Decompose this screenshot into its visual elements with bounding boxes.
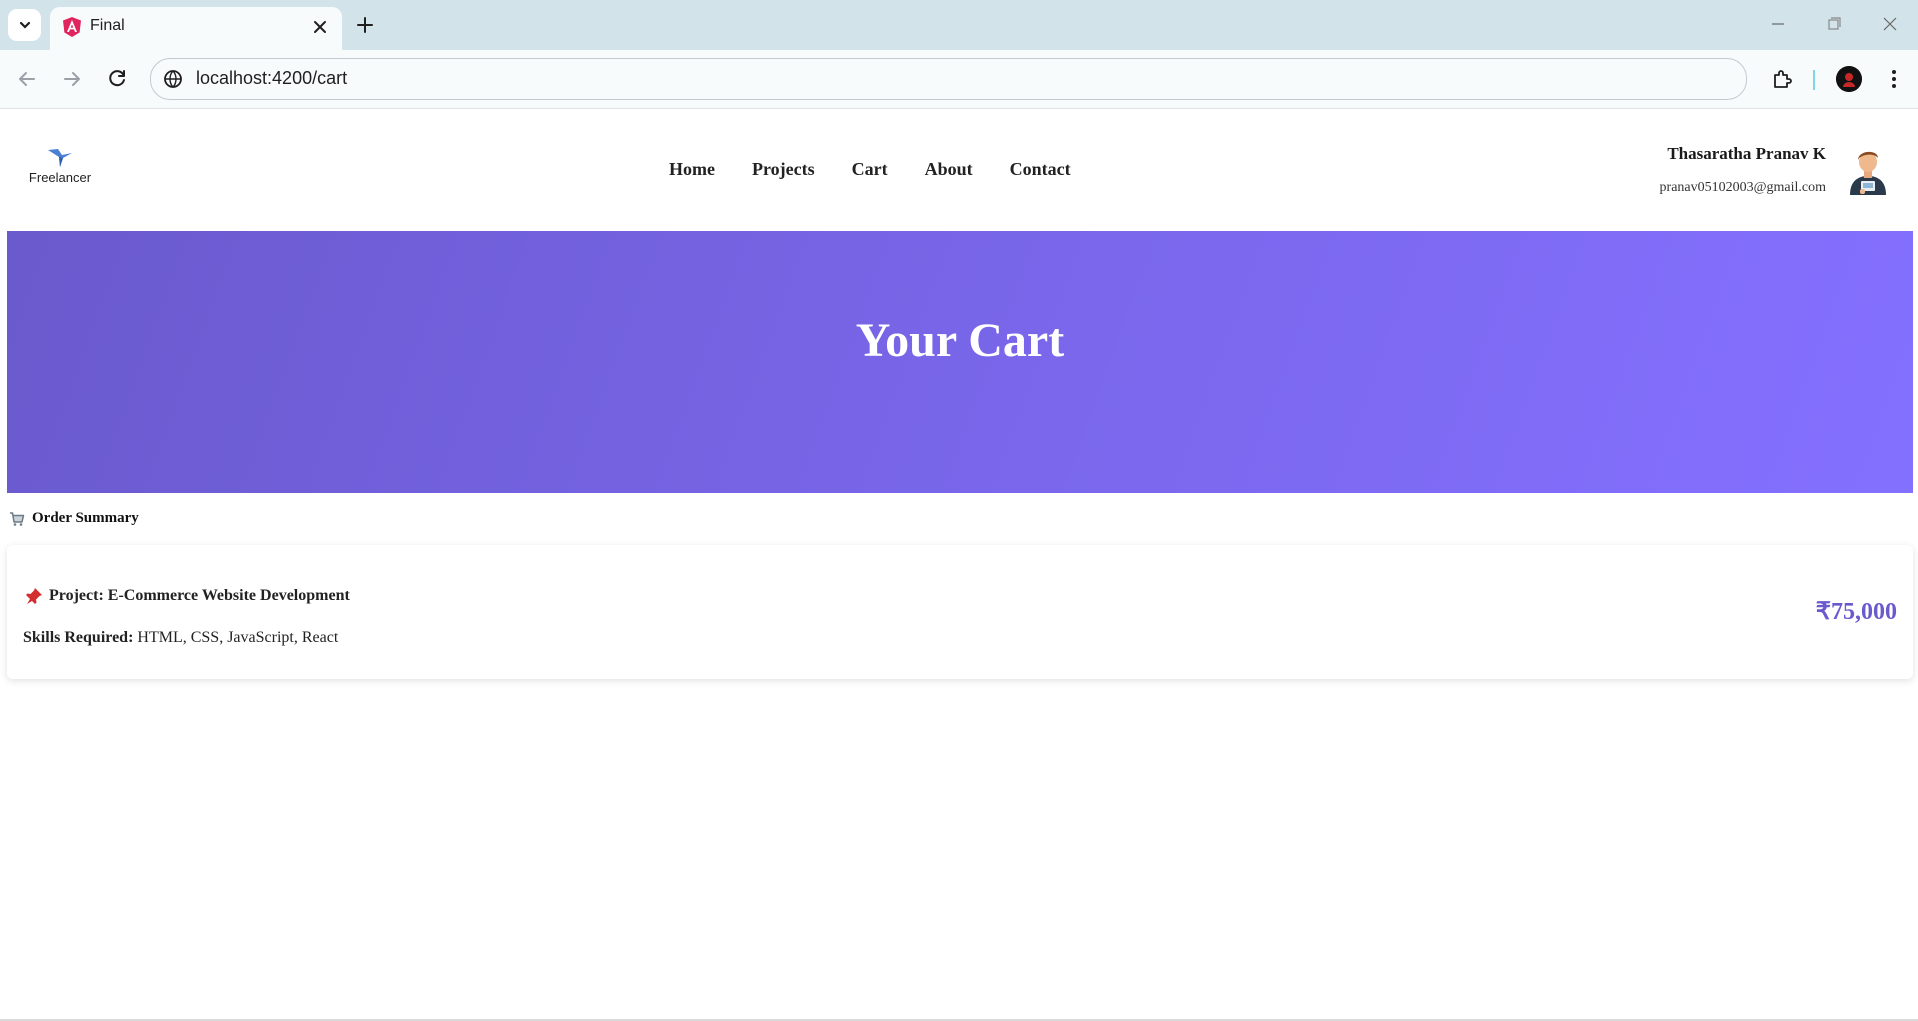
skills-row: Skills Required: HTML, CSS, JavaScript, … xyxy=(23,629,338,647)
profile-icon xyxy=(1836,66,1862,92)
site-header: Freelancer Home Projects Cart About Cont… xyxy=(0,109,1918,231)
order-summary-title: Order Summary xyxy=(32,510,139,526)
user-avatar[interactable] xyxy=(1846,145,1890,195)
order-summary-heading: Order Summary xyxy=(9,510,139,527)
user-email: pranav05102003@gmail.com xyxy=(1659,180,1826,195)
kebab-menu-icon[interactable] xyxy=(1882,67,1906,91)
hero-title: Your Cart xyxy=(855,314,1065,368)
close-icon[interactable] xyxy=(311,18,329,36)
bird-logo-icon xyxy=(48,149,72,167)
new-tab-icon[interactable] xyxy=(354,14,376,36)
site-info-icon[interactable] xyxy=(162,68,184,90)
tab-title: Final xyxy=(90,17,125,34)
main-nav: Home Projects Cart About Contact xyxy=(669,159,1108,180)
nav-link-projects[interactable]: Projects xyxy=(752,159,815,180)
address-bar[interactable]: localhost:4200/cart xyxy=(150,58,1747,100)
pushpin-icon xyxy=(26,588,42,604)
restore-icon[interactable] xyxy=(1820,12,1848,36)
reload-icon[interactable] xyxy=(105,67,129,91)
logo[interactable]: Freelancer xyxy=(28,147,92,197)
cart-item-card: Project: E-Commerce Website Development … xyxy=(7,545,1913,679)
project-title-row: Project: E-Commerce Website Development xyxy=(25,587,350,605)
skills-value: HTML, CSS, JavaScript, React xyxy=(137,629,339,646)
hero-banner: Your Cart xyxy=(7,231,1913,493)
nav-link-contact[interactable]: Contact xyxy=(1010,159,1071,180)
extensions-icon[interactable] xyxy=(1770,67,1794,91)
item-price: ₹75,000 xyxy=(1815,599,1897,625)
minimize-icon[interactable] xyxy=(1764,12,1792,36)
user-name: Thasaratha Pranav K xyxy=(1667,144,1826,163)
toolbar-divider xyxy=(1813,70,1815,90)
cart-icon xyxy=(10,511,25,526)
project-title: Project: E-Commerce Website Development xyxy=(49,587,350,604)
window-close-icon[interactable] xyxy=(1876,12,1904,36)
forward-arrow-icon[interactable] xyxy=(60,67,84,91)
url-text[interactable]: localhost:4200/cart xyxy=(196,68,347,89)
nav-link-about[interactable]: About xyxy=(925,159,973,180)
browser-tabstrip: Final xyxy=(0,0,1918,50)
back-arrow-icon[interactable] xyxy=(15,67,39,91)
browser-toolbar: localhost:4200/cart xyxy=(0,50,1918,109)
nav-link-home[interactable]: Home xyxy=(669,159,715,180)
nav-link-cart[interactable]: Cart xyxy=(852,159,888,180)
angular-icon xyxy=(63,17,81,37)
page: Freelancer Home Projects Cart About Cont… xyxy=(0,109,1918,1021)
tab-search-button[interactable] xyxy=(8,9,41,41)
logo-text: Freelancer xyxy=(28,170,92,185)
chevron-down-icon xyxy=(19,21,30,29)
browser-tab[interactable]: Final xyxy=(50,7,342,50)
profile-avatar[interactable] xyxy=(1836,66,1862,92)
skills-label: Skills Required: xyxy=(23,629,134,646)
